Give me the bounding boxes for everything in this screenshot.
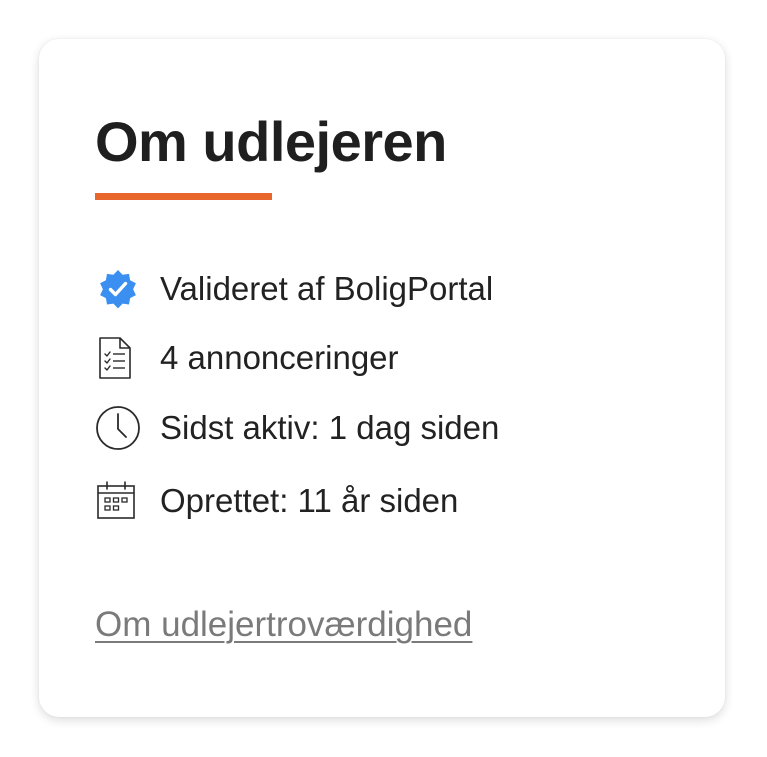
created-label: Oprettet: 11 år siden [160, 482, 459, 519]
list-item-last-active: Sidst aktiv: 1 dag siden [95, 406, 499, 450]
list-item-verified: Valideret af BoligPortal [95, 267, 493, 311]
clock-icon [95, 406, 141, 450]
landlord-trust-link[interactable]: Om udlejertroværdighed [95, 605, 472, 645]
listings-count-label: 4 annonceringer [160, 339, 399, 376]
list-item-listings: 4 annonceringer [95, 336, 399, 380]
verified-badge-icon [95, 267, 141, 311]
last-active-label: Sidst aktiv: 1 dag siden [160, 409, 500, 446]
document-list-icon [95, 336, 141, 380]
verified-label: Valideret af BoligPortal [160, 270, 494, 307]
calendar-icon [95, 479, 141, 523]
title-accent-underline [95, 193, 272, 200]
list-item-created: Oprettet: 11 år siden [95, 479, 458, 523]
landlord-info-card: Om udlejeren Valideret af BoligPortal 4 … [39, 39, 725, 717]
card-title: Om udlejeren [95, 110, 447, 173]
